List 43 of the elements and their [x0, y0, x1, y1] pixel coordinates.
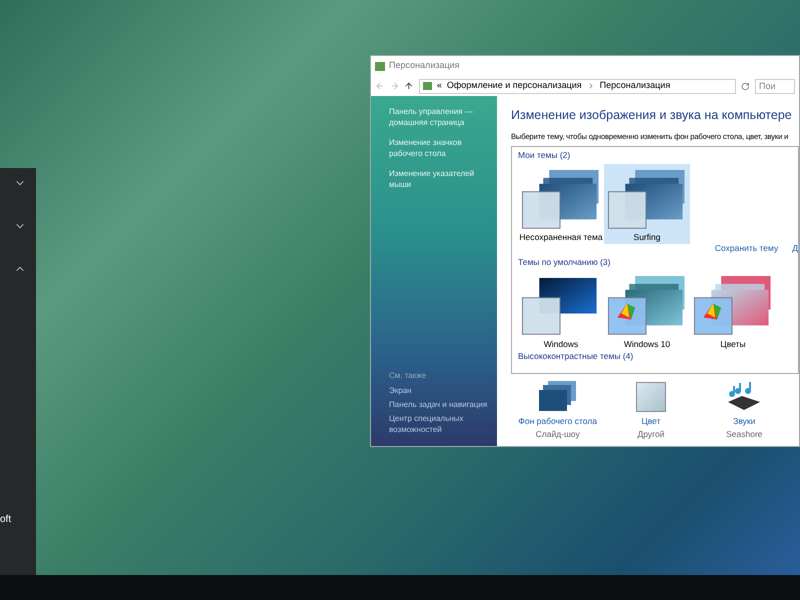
theme-link[interactable]: Д — [792, 242, 798, 255]
refresh-icon[interactable] — [741, 82, 750, 90]
page-heading: Изменение изображения и звука на компьютере — [511, 107, 793, 124]
window-title: Персонализация — [389, 59, 460, 72]
music-notes-icon — [726, 380, 762, 412]
sidebar-link[interactable]: Центр специальных возможностей — [389, 413, 493, 435]
control-panel-icon — [375, 62, 385, 70]
settings-value: Другой — [637, 428, 664, 441]
up-arrow-icon[interactable] — [404, 81, 414, 91]
address-field[interactable]: « Оформление и персонализация Персонализация — [418, 78, 736, 94]
search-field[interactable]: Пои — [755, 78, 795, 94]
chevron-down-icon[interactable] — [15, 221, 25, 231]
theme-name: Несохраненная тема — [519, 231, 603, 244]
theme-name: Цветы — [720, 338, 746, 350]
theme-tile[interactable]: Surfing — [604, 164, 690, 244]
theme-tile[interactable]: Windows — [518, 270, 604, 350]
settings-value: Слайд-шоу — [536, 428, 580, 441]
settings-link[interactable]: Фон рабочего стола — [518, 415, 597, 428]
path-prefix: « — [436, 79, 442, 92]
control-panel-icon — [422, 82, 432, 90]
settings-value: Seashore — [726, 428, 763, 441]
see-also-heading: См. также — [389, 370, 428, 381]
theme-link[interactable]: Сохранить тему — [714, 242, 778, 255]
breadcrumb[interactable]: Оформление и персонализация — [446, 79, 582, 93]
group-title: Мои темы (2) — [518, 149, 572, 162]
breadcrumb[interactable]: Персонализация — [600, 79, 670, 93]
sidebar-link[interactable]: Панель задач и навигация — [389, 399, 493, 410]
theme-tile[interactable]: Windows 10 — [604, 270, 690, 350]
theme-tile[interactable]: Несохраненная тема — [518, 164, 604, 244]
chevron-up-icon[interactable] — [15, 264, 25, 274]
theme-name: Windows 10 — [624, 338, 670, 350]
settings-link[interactable]: Звуки — [733, 415, 756, 428]
photo-stack-icon — [538, 380, 578, 412]
group-title: Высококонтрастные темы (4) — [518, 350, 634, 364]
chevron-down-icon[interactable] — [15, 178, 25, 188]
theme-tile[interactable]: Цветы — [690, 270, 776, 350]
settings-link[interactable]: Цвет — [641, 415, 661, 428]
menu-label: oft — [0, 513, 12, 527]
group-title: Темы по умолчанию (3) — [518, 256, 612, 268]
sidebar-link[interactable]: Экран — [389, 385, 493, 396]
theme-name: Windows — [544, 338, 578, 350]
theme-name: Surfing — [634, 231, 660, 244]
color-swatch-icon — [636, 382, 666, 412]
